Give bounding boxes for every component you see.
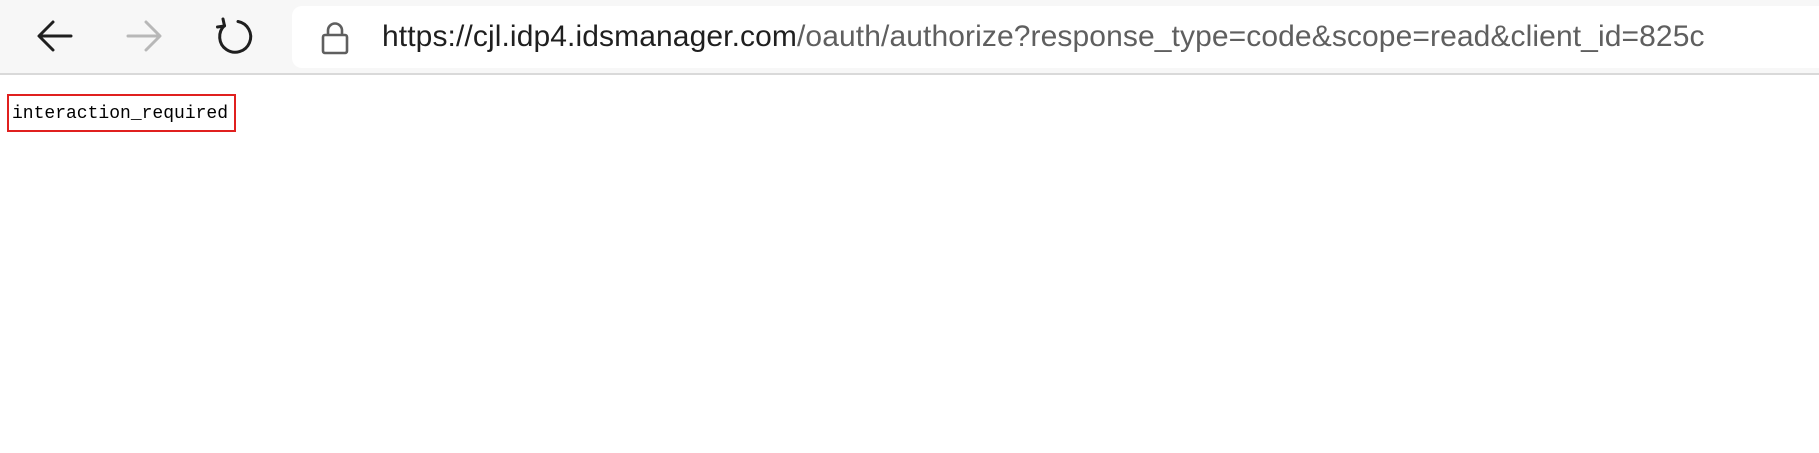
page-content: interaction_required bbox=[0, 77, 1819, 453]
reload-icon bbox=[216, 17, 253, 54]
back-arrow-icon bbox=[37, 20, 73, 52]
reload-button[interactable] bbox=[206, 8, 262, 64]
back-button[interactable] bbox=[27, 8, 83, 64]
address-bar[interactable]: https://cjl.idp4.idsmanager.com/oauth/au… bbox=[292, 6, 1819, 68]
url-host: cjl.idp4.idsmanager.com bbox=[472, 20, 797, 53]
browser-toolbar: https://cjl.idp4.idsmanager.com/oauth/au… bbox=[0, 0, 1819, 75]
forward-button[interactable] bbox=[116, 8, 172, 64]
url-prefix: https:// bbox=[382, 20, 473, 53]
forward-arrow-icon bbox=[126, 20, 162, 52]
url-path: /oauth/authorize?response_type=code&scop… bbox=[797, 20, 1705, 53]
lock-icon[interactable] bbox=[320, 21, 350, 55]
url-text[interactable]: https://cjl.idp4.idsmanager.com/oauth/au… bbox=[382, 6, 1705, 68]
error-message: interaction_required bbox=[7, 94, 237, 132]
